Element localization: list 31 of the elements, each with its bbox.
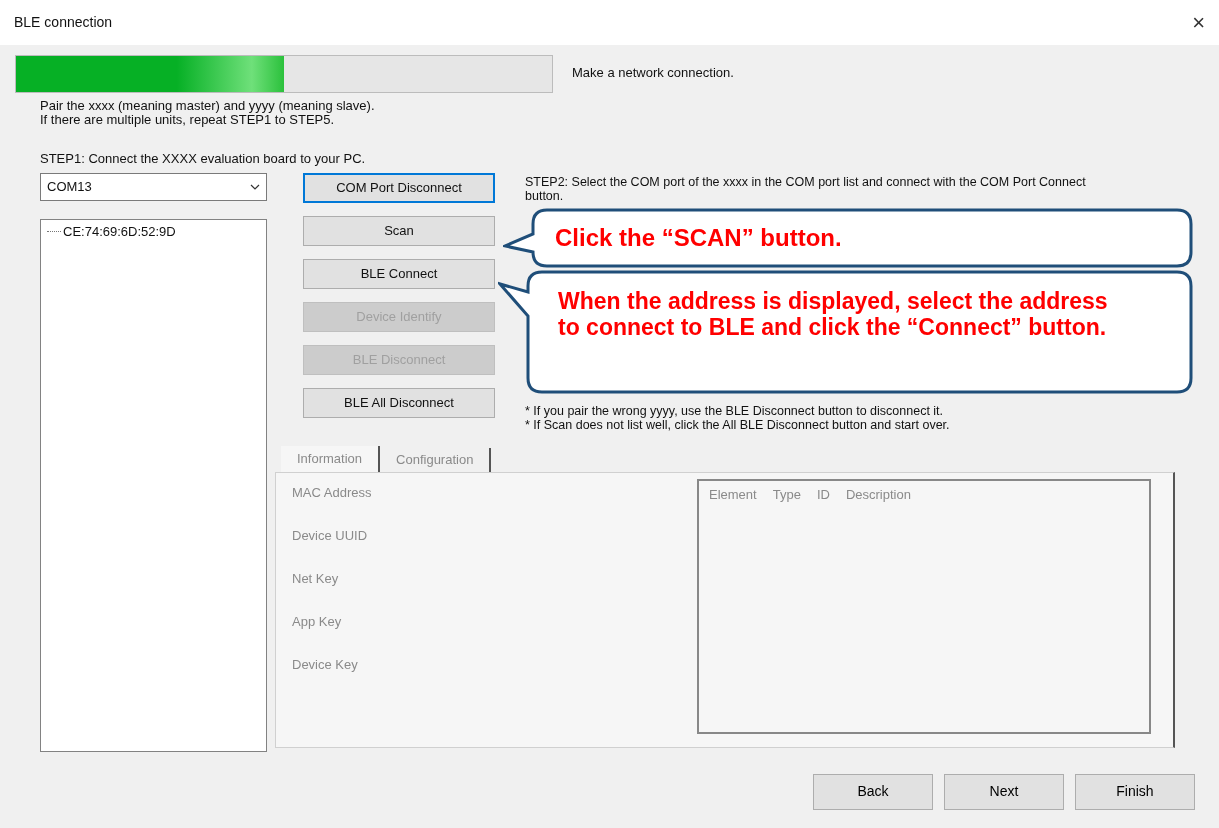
- column-header: Type: [772, 485, 801, 504]
- callout-text: Click the “SCAN” button.: [555, 224, 843, 252]
- field-label: Net Key: [292, 569, 340, 588]
- column-header: Description: [845, 485, 911, 504]
- action-button[interactable]: COM Port Disconnect: [303, 172, 495, 203]
- tree-line: [47, 230, 61, 232]
- chevron-down-icon: [250, 183, 260, 190]
- footer-button[interactable]: Next: [944, 773, 1064, 810]
- step-text: STEP1: Connect the XXXX evaluation board to your PC.: [40, 150, 367, 168]
- step-text: STEP2: Select the COM port of the xxxx in the COM port list and connect with the COM Port Connect button.: [525, 174, 1087, 203]
- footer-button[interactable]: Finish: [1075, 773, 1195, 810]
- column-header: Element: [709, 485, 757, 504]
- device-address[interactable]: CE:74:69:6D:52:9D: [63, 221, 176, 241]
- action-button[interactable]: BLE All Disconnect: [303, 387, 495, 418]
- field-label: App Key: [292, 612, 343, 631]
- progress-label: Make a network connection.: [572, 64, 734, 83]
- field-label: Device UUID: [292, 526, 369, 545]
- column-header: ID: [816, 485, 830, 504]
- instruction-text: If there are multiple units, repeat STEP1 to STEP5.: [40, 113, 336, 127]
- action-button[interactable]: Scan: [303, 215, 495, 246]
- footer-button[interactable]: Back: [813, 773, 933, 810]
- window-title: BLE connection: [14, 13, 113, 32]
- field-label: MAC Address: [292, 483, 372, 502]
- close-button[interactable]: ×: [1192, 11, 1205, 34]
- field-label: Device Key: [292, 655, 359, 674]
- com-port-dropdown[interactable]: COM13: [40, 172, 267, 201]
- callout-text: When the address is displayed, select the address to connect to BLE and click the “Connect” button.: [558, 288, 1109, 341]
- note-text: * If Scan does not list well, click the All BLE Disconnect button and start over.: [525, 417, 951, 432]
- note-text: * If you pair the wrong yyyy, use the BLE Disconnect button to disconnect it.: [525, 403, 945, 418]
- action-button[interactable]: BLE Connect: [303, 258, 495, 289]
- instruction-text: Pair the xxxx (meaning master) and yyyy (meaning slave).: [40, 99, 376, 113]
